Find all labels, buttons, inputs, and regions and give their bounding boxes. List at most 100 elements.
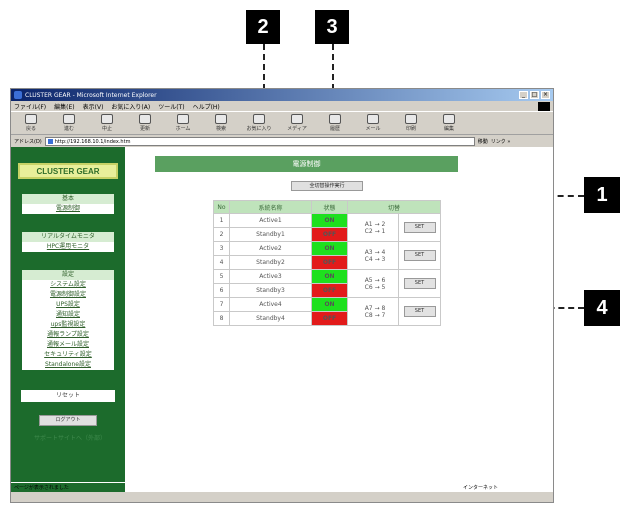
sidebar-item-ups[interactable]: UPS設定 (22, 300, 114, 310)
menu-tools[interactable]: ツール(T) (158, 102, 184, 111)
search-icon (215, 114, 227, 124)
switch-direction: A5 → 6 C6 → 5 (347, 269, 399, 298)
row-no: 6 (213, 283, 230, 298)
status-badge: ON (311, 241, 348, 256)
direction-back: C4 → 3 (364, 255, 386, 263)
back-button[interactable]: 戻る (17, 113, 45, 133)
row-group-name: Standby4 (229, 311, 312, 326)
set-cell: SET (398, 297, 441, 326)
sidebar-item-security[interactable]: セキュリティ設定 (22, 350, 114, 360)
row-group-name: Active4 (229, 297, 312, 312)
sidebar-basic: 基本 電源制御 (21, 193, 115, 215)
window-title: CLUSTER GEAR - Microsoft Internet Explor… (25, 91, 157, 99)
menu-help[interactable]: ヘルプ(H) (193, 102, 220, 111)
forward-button[interactable]: 進む (55, 113, 83, 133)
title-bar: CLUSTER GEAR - Microsoft Internet Explor… (11, 89, 553, 101)
status-badge: OFF (311, 283, 348, 298)
col-switch: 切替 (347, 200, 441, 214)
print-button[interactable]: 印刷 (397, 113, 425, 133)
edit-button[interactable]: 編集 (435, 113, 463, 133)
support-link[interactable]: サポートサイトへ（外部） (27, 433, 113, 442)
row-group-name: Active3 (229, 269, 312, 284)
media-button[interactable]: メディア (283, 113, 311, 133)
sidebar-item-lamp[interactable]: 通報ランプ設定 (22, 330, 114, 340)
table-row: 5 Active3 ON A5 → 6 C6 → 5 SET (213, 269, 441, 298)
mail-icon (367, 114, 379, 124)
sidebar-item-power-control[interactable]: 電源制御 (22, 204, 114, 214)
stop-icon (101, 114, 113, 124)
mail-button[interactable]: メール (359, 113, 387, 133)
sidebar-item-mail[interactable]: 通報メール設定 (22, 340, 114, 350)
status-bar: ページが表示されました インターネット (11, 482, 553, 492)
close-button[interactable]: × (541, 91, 550, 99)
reset-button[interactable]: リセット (21, 390, 115, 402)
history-icon (329, 114, 341, 124)
col-group: 系統名称 (229, 200, 312, 214)
menu-favorites[interactable]: お気に入り(A) (111, 102, 150, 111)
sidebar: CLUSTER GEAR 基本 電源制御 リアルタイムモニタ HPC運用モニタ … (11, 147, 125, 492)
row-group-name: Standby3 (229, 283, 312, 298)
refresh-icon (139, 114, 151, 124)
sidebar-monitor: リアルタイムモニタ HPC運用モニタ (21, 231, 115, 253)
home-icon (177, 114, 189, 124)
back-icon (25, 114, 37, 124)
row-no: 8 (213, 311, 230, 326)
favorites-button[interactable]: お気に入り (245, 113, 273, 133)
forward-icon (63, 114, 75, 124)
set-button[interactable]: SET (403, 250, 436, 261)
address-bar: アドレス(D) http://192.168.10.1/index.htm 移動… (11, 135, 553, 147)
callout-4: 4 (584, 290, 620, 326)
sidebar-basic-head: 基本 (22, 194, 114, 204)
table-row: 1 Active1 ON A1 → 2 C2 → 1 SET (213, 213, 441, 242)
status-badge: OFF (311, 227, 348, 242)
set-button[interactable]: SET (403, 306, 436, 317)
status-badge: ON (311, 269, 348, 284)
menu-file[interactable]: ファイル(F) (14, 102, 46, 111)
history-button[interactable]: 履歴 (321, 113, 349, 133)
links-button[interactable]: リンク » (491, 138, 511, 145)
brand-logo: CLUSTER GEAR (18, 163, 118, 179)
switch-all-button[interactable]: 全切替操作実行 (291, 181, 363, 191)
sidebar-item-ups-monitor[interactable]: ups監視設定 (22, 320, 114, 330)
home-button[interactable]: ホーム (169, 113, 197, 133)
sidebar-monitor-head: リアルタイムモニタ (22, 232, 114, 242)
row-no: 5 (213, 269, 230, 284)
refresh-button[interactable]: 更新 (131, 113, 159, 133)
set-button[interactable]: SET (403, 222, 436, 233)
stop-button[interactable]: 中止 (93, 113, 121, 133)
zone-text: インターネット (463, 485, 499, 491)
set-cell: SET (398, 269, 441, 298)
browser-window: CLUSTER GEAR - Microsoft Internet Explor… (10, 88, 554, 503)
row-no: 3 (213, 241, 230, 256)
logout-button[interactable]: ログアウト (39, 415, 97, 426)
direction-forward: A5 → 6 (364, 276, 386, 284)
row-no: 7 (213, 297, 230, 312)
search-button[interactable]: 検索 (207, 113, 235, 133)
menu-edit[interactable]: 編集(E) (54, 102, 74, 111)
group-table-body: 1 Active1 ON A1 → 2 C2 → 1 SET 2 Standby1 OFF 3 Ac… (213, 213, 441, 326)
maximize-button[interactable]: □ (530, 91, 539, 99)
switch-direction: A7 → 8 C8 → 7 (347, 297, 399, 326)
sidebar-item-system[interactable]: システム設定 (22, 280, 114, 290)
row-group-name: Standby1 (229, 227, 312, 242)
go-button[interactable]: 移動 (478, 138, 488, 145)
minimize-button[interactable]: _ (519, 91, 528, 99)
sidebar-item-power[interactable]: 電源制御設定 (22, 290, 114, 300)
row-no: 2 (213, 227, 230, 242)
sidebar-item-standalone[interactable]: Standalone設定 (22, 360, 114, 370)
address-input[interactable]: http://192.168.10.1/index.htm (44, 136, 475, 146)
status-badge: OFF (311, 255, 348, 270)
table-row: 7 Active4 ON A7 → 8 C8 → 7 SET (213, 297, 441, 326)
sidebar-item-hpc-monitor[interactable]: HPC運用モニタ (22, 242, 114, 252)
col-no: No (213, 200, 230, 214)
col-state: 状態 (311, 200, 348, 214)
status-text: ページが表示されました (14, 485, 69, 491)
row-group-name: Active1 (229, 213, 312, 228)
callout-2: 2 (246, 10, 280, 44)
row-no: 1 (213, 213, 230, 228)
windows-logo-icon (538, 102, 550, 111)
menu-view[interactable]: 表示(V) (83, 102, 104, 111)
set-button[interactable]: SET (403, 278, 436, 289)
sidebar-item-notify[interactable]: 通知設定 (22, 310, 114, 320)
toolbar: 戻る 進む 中止 更新 ホーム 検索 お気に入り メディア 履歴 メール 印刷 … (11, 111, 553, 135)
